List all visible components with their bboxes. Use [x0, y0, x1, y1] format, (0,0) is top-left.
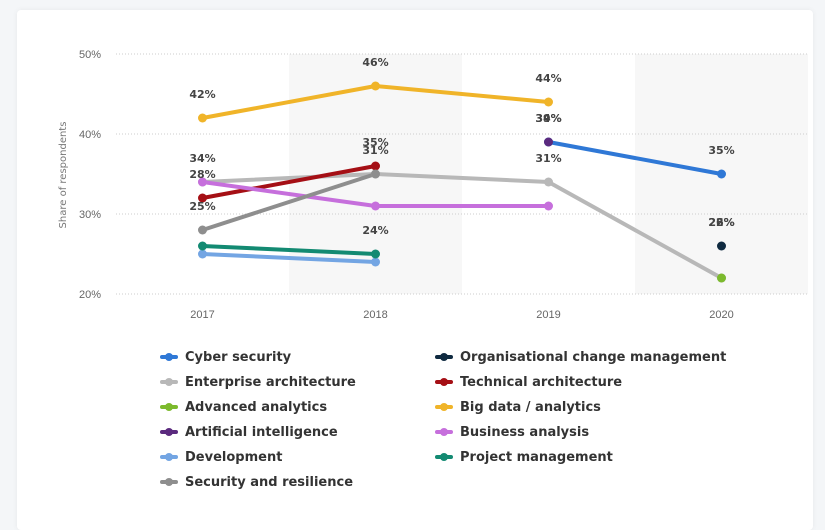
x-tick-label: 2018 — [363, 309, 387, 321]
data-point — [198, 225, 207, 235]
data-label: 44% — [535, 72, 561, 85]
legend-item[interactable]: Cyber security — [160, 348, 435, 366]
y-tick-label: 20% — [79, 289, 101, 301]
data-point — [717, 273, 726, 283]
legend-item[interactable]: Organisational change management — [435, 348, 755, 366]
data-point — [371, 249, 380, 259]
data-point — [371, 81, 380, 91]
data-point — [717, 241, 726, 251]
legend-label: Enterprise architecture — [185, 374, 356, 390]
legend-label: Organisational change management — [460, 349, 727, 365]
legend-item[interactable]: Big data / analytics — [435, 398, 755, 416]
y-axis-ticks: 20% 30% 40% 50% — [79, 49, 101, 301]
legend-label: Big data / analytics — [460, 399, 601, 415]
data-label: 28% — [189, 168, 215, 181]
data-point — [717, 169, 726, 179]
legend-item[interactable]: Security and resilience — [160, 473, 435, 491]
legend-item[interactable]: Project management — [435, 448, 755, 466]
legend-marker-icon — [160, 377, 178, 387]
legend-label: Development — [185, 449, 283, 465]
y-axis-label: Share of respondents — [58, 122, 69, 229]
legend-marker-icon — [160, 427, 178, 437]
legend-marker-icon — [160, 452, 178, 462]
data-label: 42% — [189, 88, 215, 101]
y-tick-label: 30% — [79, 209, 101, 221]
x-tick-label: 2017 — [190, 309, 214, 321]
legend: Cyber security Organisational change mana… — [160, 348, 760, 491]
x-tick-label: 2019 — [536, 309, 560, 321]
data-point — [198, 113, 207, 123]
legend-label: Business analysis — [460, 424, 590, 440]
data-point — [371, 169, 380, 179]
legend-label: Security and resilience — [185, 474, 354, 490]
x-axis-ticks: 2017 2018 2019 2020 — [190, 309, 733, 321]
legend-label: Technical architecture — [460, 374, 623, 390]
data-label: 46% — [362, 56, 388, 69]
line-chart: 20%30%40%50% Share of respondents 2017 20… — [58, 49, 808, 321]
legend-label: Cyber security — [185, 349, 292, 365]
legend-marker-icon — [160, 477, 178, 487]
legend-label: Project management — [460, 449, 613, 465]
legend-item[interactable]: Advanced analytics — [160, 398, 435, 416]
legend-marker-icon — [160, 402, 178, 412]
data-point — [198, 249, 207, 259]
legend-item[interactable]: Enterprise architecture — [160, 373, 435, 391]
data-point — [544, 97, 553, 107]
data-label: 31% — [535, 152, 561, 165]
data-point — [371, 257, 380, 267]
legend-marker-icon — [160, 352, 178, 362]
legend-marker-icon — [435, 352, 453, 362]
data-point — [371, 161, 380, 171]
data-label: 25% — [189, 200, 215, 213]
data-point — [371, 201, 380, 211]
x-tick-label: 2020 — [709, 309, 733, 321]
data-label: 34% — [189, 152, 215, 165]
data-point — [544, 177, 553, 187]
legend-label: Advanced analytics — [185, 399, 328, 415]
legend-item[interactable]: Artificial intelligence — [160, 423, 435, 441]
legend-item[interactable]: Business analysis — [435, 423, 755, 441]
legend-item[interactable]: Development — [160, 448, 435, 466]
data-label: 35% — [708, 144, 734, 157]
legend-marker-icon — [435, 377, 453, 387]
data-label: 24% — [362, 224, 388, 237]
data-point — [544, 137, 553, 147]
legend-marker-icon — [435, 427, 453, 437]
legend-marker-icon — [435, 402, 453, 412]
data-point — [544, 201, 553, 211]
data-label: 34% — [535, 112, 561, 125]
legend-marker-icon — [435, 452, 453, 462]
y-tick-label: 50% — [79, 49, 101, 61]
legend-label: Artificial intelligence — [185, 424, 338, 440]
y-tick-label: 40% — [79, 129, 101, 141]
data-label: 31% — [362, 144, 388, 157]
data-label: 22% — [708, 216, 734, 229]
data-point — [198, 241, 207, 251]
legend-item[interactable]: Technical architecture — [435, 373, 755, 391]
